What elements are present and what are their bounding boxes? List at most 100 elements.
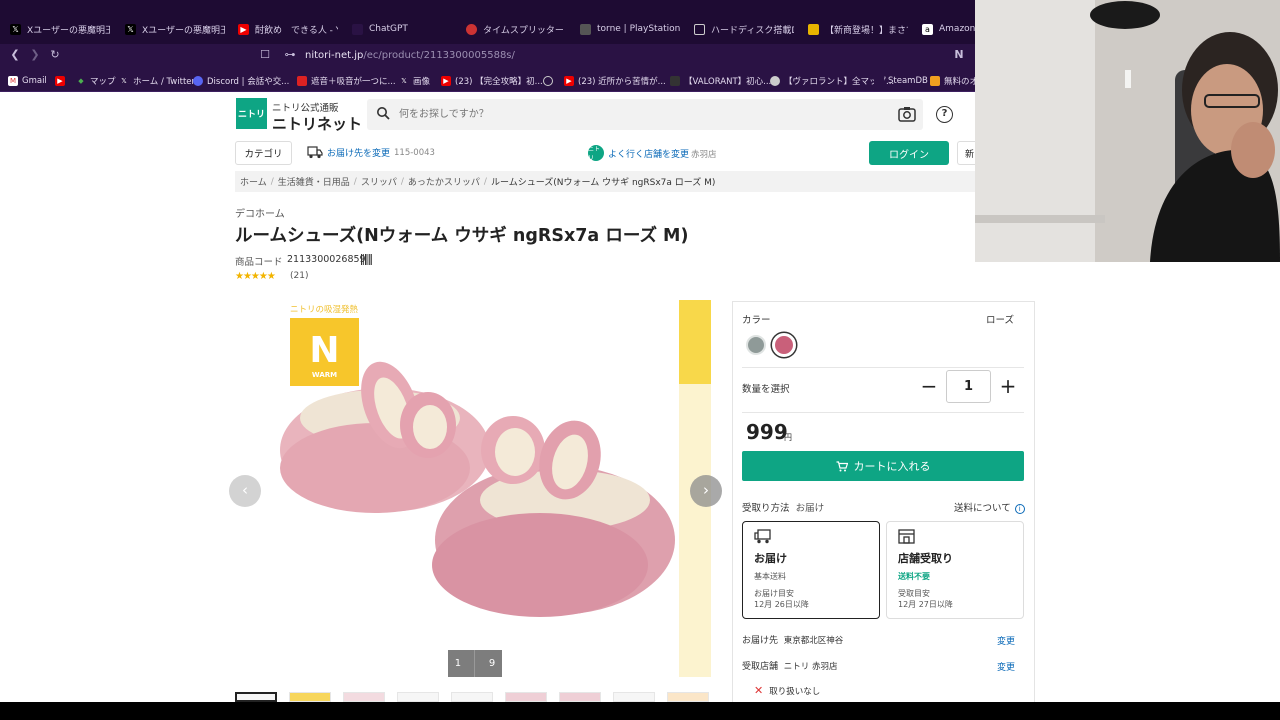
amazon-icon: a xyxy=(922,23,933,35)
browser-tab[interactable]: 【新商登場！】まさで国 xyxy=(808,18,908,40)
thumbnail[interactable] xyxy=(505,692,547,702)
bookmark[interactable]: 無料のオ xyxy=(930,74,978,88)
bookmark[interactable]: ▶ xyxy=(55,74,65,88)
site-icon xyxy=(297,76,307,86)
address-bar[interactable]: nitori-net.jp/ec/product/2113300005588s/ xyxy=(305,50,515,61)
product-brand[interactable]: デコホーム xyxy=(235,205,285,220)
add-to-cart-button[interactable]: カートに入れる xyxy=(742,451,1024,481)
x-icon: 𝕏 xyxy=(125,23,136,35)
svg-text:N: N xyxy=(309,330,339,371)
browser-tab[interactable]: 𝕏Xユーザーの悪魔明王[松 xyxy=(10,18,110,40)
quantity-decrease-button[interactable]: − xyxy=(919,376,939,396)
breadcrumb-link[interactable]: あったかスリッパ xyxy=(408,175,480,188)
search-icon[interactable] xyxy=(376,106,390,120)
bookmark[interactable]: 𝕏 画像 xyxy=(399,74,430,88)
back-icon[interactable]: ❮ xyxy=(8,48,22,62)
screen: 𝕏Xユーザーの悪魔明王[松 𝕏Xユーザーの悪魔明王[松 ▶酎飲め できる人 - … xyxy=(0,0,1280,720)
x-icon: 𝕏 xyxy=(10,23,21,35)
bookmark[interactable]: ▶ (23) 【完全攻略】初... xyxy=(441,74,543,88)
x-icon: 𝕏 xyxy=(119,76,129,86)
change-store-button[interactable]: 変更 xyxy=(997,660,1015,673)
product-code-label: 商品コード xyxy=(235,257,283,268)
bookmark[interactable]: 𝕏 ホーム / Twitter xyxy=(119,74,195,88)
camera-search-icon[interactable] xyxy=(898,106,916,122)
forward-icon[interactable]: ❯ xyxy=(28,48,42,62)
browser-tab[interactable]: torne | PlayStation xyxy=(580,18,680,40)
browser-tab[interactable]: ハードディスク搭載DVDレ xyxy=(694,18,794,40)
pickup-store: 受取店舗 ニトリ 赤羽店 xyxy=(742,662,838,672)
site-icon xyxy=(930,76,940,86)
bookmark[interactable]: 【VALORANT】初心... xyxy=(670,74,771,88)
search-input[interactable] xyxy=(399,104,879,124)
quantity-label: 数量を選択 xyxy=(742,384,790,395)
logo-title[interactable]: ニトリネット xyxy=(272,113,362,134)
nitori-logo[interactable]: ニトリ xyxy=(236,98,267,129)
bookmark[interactable]: SteamDB xyxy=(874,74,928,88)
cart-icon xyxy=(836,460,848,471)
product-image[interactable]: N WARM ニトリの吸湿発熱 xyxy=(235,300,711,680)
browser-tab[interactable]: 𝕏Xユーザーの悪魔明王[松 xyxy=(125,18,225,40)
receive-method-label: 受取り方法 お届け xyxy=(742,503,825,514)
thumbnail[interactable] xyxy=(397,692,439,702)
bookmark[interactable]: ◆ マップ xyxy=(76,74,116,88)
quantity-input[interactable]: 1 xyxy=(946,370,991,403)
bookmark-star-icon[interactable]: ☐ xyxy=(258,48,272,62)
category-button[interactable]: カテゴリ xyxy=(235,141,292,165)
breadcrumb-current: ルームシューズ(Nウォーム ウサギ ngRSx7a ローズ M) xyxy=(490,178,716,188)
barcode-icon[interactable] xyxy=(361,254,372,265)
gallery-next-button[interactable]: › xyxy=(690,475,722,507)
browser-tab[interactable]: aAmazon.co xyxy=(922,18,975,40)
site-icon xyxy=(670,76,680,86)
site-icon xyxy=(466,23,477,35)
thumbnail[interactable] xyxy=(559,692,601,702)
bookmark[interactable] xyxy=(543,74,553,88)
webcam-feed xyxy=(975,0,1280,262)
change-destination-link[interactable]: 変更 xyxy=(997,634,1015,647)
thumbnail[interactable] xyxy=(667,692,709,702)
shipping-info-link[interactable]: 送料について i xyxy=(954,500,1025,514)
delivery-zip: 115-0043 xyxy=(394,148,435,158)
review-count[interactable]: (21) xyxy=(290,271,308,281)
page-total: 9 xyxy=(488,658,496,669)
nitori-store-icon: ニトリ xyxy=(588,145,604,162)
product-gallery: N WARM ニトリの吸湿発熱 xyxy=(235,300,711,680)
breadcrumb-link[interactable]: ホーム xyxy=(240,175,267,188)
site-info-icon[interactable]: ⊶ xyxy=(283,48,297,62)
thumbnail[interactable] xyxy=(451,692,493,702)
page-current: 1 xyxy=(454,658,462,669)
delivery-truck-icon xyxy=(307,146,323,159)
thumbnail[interactable] xyxy=(343,692,385,702)
thumbnail[interactable] xyxy=(289,692,331,702)
browser-tab[interactable]: タイムスプリッター ｐｓ xyxy=(466,18,566,40)
change-store-link[interactable]: ニトリ よく行く店舗を変更 xyxy=(588,145,689,162)
bookmark[interactable]: M Gmail xyxy=(8,74,47,88)
breadcrumb-link[interactable]: 生活雑貨・日用品 xyxy=(278,175,350,188)
info-icon: i xyxy=(1014,504,1025,514)
color-swatch-gray[interactable] xyxy=(746,335,766,355)
gmail-icon: M xyxy=(8,76,18,86)
browser-tab[interactable]: ▶酎飲め できる人 - You xyxy=(238,18,338,40)
thumbnail[interactable] xyxy=(235,692,277,702)
change-delivery-link[interactable]: お届け先を変更 xyxy=(307,145,390,159)
color-swatch-rose[interactable] xyxy=(772,333,796,357)
breadcrumb-link[interactable]: スリッパ xyxy=(361,175,397,188)
thumbnail[interactable] xyxy=(613,692,655,702)
bookmark[interactable]: 遮音＋吸音が一つに... xyxy=(297,74,396,88)
gallery-prev-button[interactable]: ‹ xyxy=(229,475,261,507)
help-icon[interactable]: ? xyxy=(936,106,953,123)
quantity-increase-button[interactable]: + xyxy=(998,376,1018,396)
login-button[interactable]: ログイン xyxy=(869,141,949,165)
store-pickup-option[interactable]: 店舗受取り 送料不要 受取目安 12月 27日以降 xyxy=(886,521,1024,619)
reload-icon[interactable]: ↻ xyxy=(48,48,62,62)
product-code: 2113300026859 xyxy=(287,254,366,265)
site-icon xyxy=(770,76,780,86)
favorite-store-name: 赤羽店 xyxy=(691,150,717,160)
stock-status: ✕ 取り扱いなし xyxy=(754,684,821,697)
delivery-option[interactable]: お届け 基本送料 お届け目安 12月 26日以降 xyxy=(742,521,880,619)
bookmark[interactable]: Discord | 会話や交... xyxy=(193,74,289,88)
bookmark[interactable]: ▶ (23) 近所から苦情が... xyxy=(564,74,666,88)
browser-tab[interactable]: ChatGPT xyxy=(352,18,432,40)
register-button[interactable]: 新 xyxy=(957,141,977,165)
extension-icon[interactable]: N xyxy=(952,48,966,62)
webcam-overlay xyxy=(975,0,1280,262)
